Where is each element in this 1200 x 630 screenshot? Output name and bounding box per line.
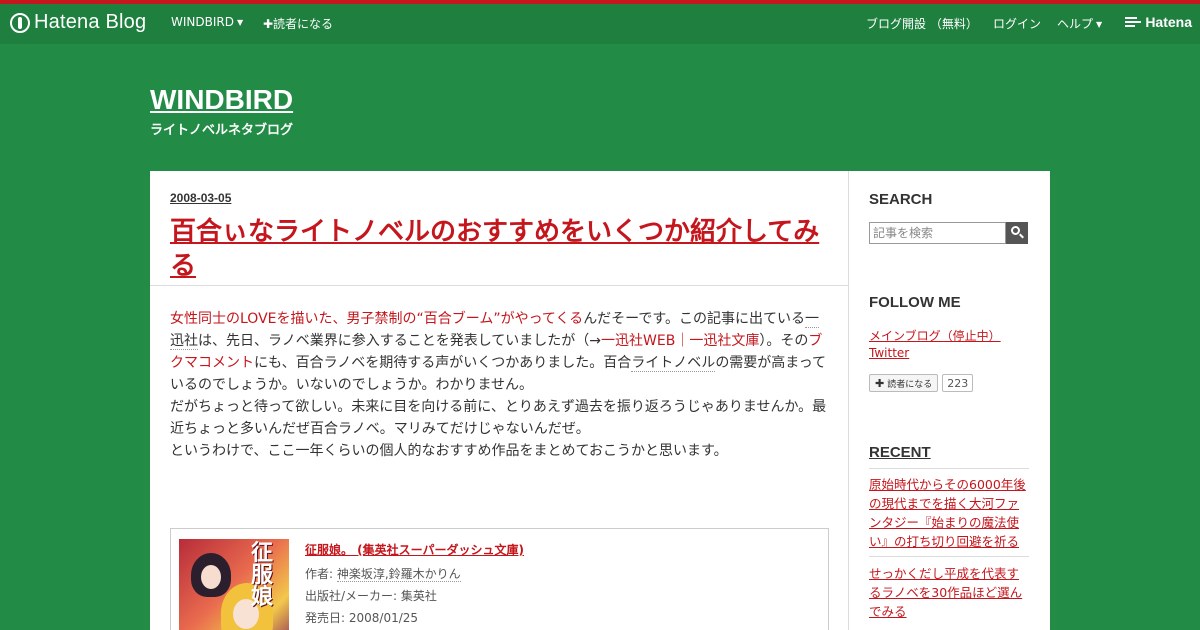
product-card: 征服娘 征服娘。 (集英社スーパーダッシュ文庫) 作者: 神楽坂淳,鈴羅木かりん… [170,528,829,630]
main-entry: 2008-03-05 百合ぃなライトノベルのおすすめをいくつか紹介してみる 女性… [150,171,849,630]
hatena-blog-logo-text: Hatena Blog [34,11,147,33]
publisher-link[interactable]: 一迅社WEB｜一迅社文庫 [601,333,759,349]
author-link[interactable]: 神楽坂淳,鈴羅木かりん [336,567,461,582]
product-author: 作者: 神楽坂淳,鈴羅木かりん [305,565,461,582]
keyword-link[interactable]: ライトノベル [631,355,716,372]
body-text: は、先日、ラノベ業界に参入することを発表していましたが（→ [198,333,602,349]
recent-entry-link[interactable]: せっかくだし平成を代表するラノベを30作品ほど選んでみる [869,564,1029,621]
search-input[interactable] [869,222,1006,244]
release-value: 2008/01/25 [348,611,419,625]
entry-title[interactable]: 百合ぃなライトノベルのおすすめをいくつか紹介してみる [170,215,830,283]
book-cover-image[interactable]: 征服娘 [179,539,289,630]
divider [869,556,1029,557]
subscribe-label: 読者になる [887,378,933,389]
publisher-label: 出版社/メーカー: [305,589,401,603]
main-blog-link[interactable]: メインブログ（停止中） [869,327,1001,344]
subscribe-header-button[interactable]: ✚読者になる [263,15,333,32]
recent-entry-title: 原始時代からその6000年後の現代までを描く大河ファンタジー『始まりの魔法使い』… [869,477,1026,549]
release-label: 発売日: [305,611,349,625]
hatena-brand-text: Hatena [1145,14,1192,30]
search-form [869,222,1028,244]
subscriber-count[interactable]: 223 [942,374,974,392]
divider [869,468,1029,469]
entry-paragraph: 女性同士のLOVEを描いた、男子禁制の“百合ブーム”がやってくるんだそーです。こ… [170,308,830,396]
hatena-blog-logo[interactable]: Hatena Blog [10,11,146,34]
blog-menu-label: WINDBIRD [171,15,234,29]
article-link[interactable]: 女性同士のLOVEを描いた、男子禁制の“百合ブーム”がやってくる [170,311,583,327]
blog-description: ライトノベルネタブログ [150,123,294,138]
publisher-value: 集英社 [400,589,437,603]
help-label: ヘルプ [1057,17,1094,31]
hatena-global-header: Hatena Blog WINDBIRD ▼ ✚読者になる ブログ開設 （無料） … [0,0,1200,44]
recent-entry-link[interactable]: 原始時代からその6000年後の現代までを描く大河ファンタジー『始まりの魔法使い』… [869,475,1029,551]
follow-heading: FOLLOW ME [869,294,961,311]
hatena-mark-icon [1125,16,1142,28]
subscribe-button[interactable]: ✚ 読者になる [869,374,939,392]
cover-title-text: 征服娘 [251,541,274,610]
recent-heading[interactable]: RECENT [869,444,931,461]
twitter-link[interactable]: Twitter [869,346,909,360]
body-text: ）。その [759,333,809,349]
content-wrapper: 2008-03-05 百合ぃなライトノベルのおすすめをいくつか紹介してみる 女性… [150,171,1050,630]
sidebar: SEARCH FOLLOW ME メインブログ（停止中） Twitter ✚読者… [849,171,1050,630]
create-blog-link[interactable]: ブログ開設 （無料） [866,15,978,32]
divider [150,285,848,286]
help-dropdown[interactable]: ヘルプ ▼ [1057,15,1102,32]
login-link[interactable]: ログイン [993,15,1041,32]
plus-icon: ✚ [875,377,885,390]
chevron-down-icon: ▼ [236,18,244,27]
blog-menu-dropdown[interactable]: WINDBIRD ▼ [171,15,243,29]
body-text: んだそーです。この記事に出ている [583,311,805,327]
chevron-down-icon: ▼ [1096,20,1103,29]
entry-paragraph: というわけで、ここ一年くらいの個人的なおすすめ作品をまとめておこうかと思います。 [170,443,728,459]
author-label: 作者: [305,567,337,581]
search-button[interactable] [1006,222,1028,244]
search-heading: SEARCH [869,191,933,208]
hatena-brand-link[interactable]: Hatena [1125,14,1192,30]
product-title-link[interactable]: 征服娘。 (集英社スーパーダッシュ文庫) [305,541,524,558]
recent-entry-title: せっかくだし平成を代表するラノベを30作品ほど選んでみる [869,566,1023,619]
product-release-date: 発売日: 2008/01/25 [305,609,418,626]
entry-paragraph: だがちょっと待って欲しい。未来に目を向ける前に、とりあえず過去を振り返ろうじゃあ… [170,399,827,437]
product-publisher: 出版社/メーカー: 集英社 [305,587,437,604]
subscribe-widget: ✚ 読者になる 223 [869,374,974,392]
body-text: にも、百合ラノベを期待する声がいくつかありました。百合 [254,355,632,371]
entry-date[interactable]: 2008-03-05 [170,191,231,205]
hatena-blog-pen-icon [10,12,30,33]
blog-title[interactable]: WINDBIRD [150,84,293,116]
entry-body: 女性同士のLOVEを描いた、男子禁制の“百合ブーム”がやってくるんだそーです。こ… [170,308,830,462]
